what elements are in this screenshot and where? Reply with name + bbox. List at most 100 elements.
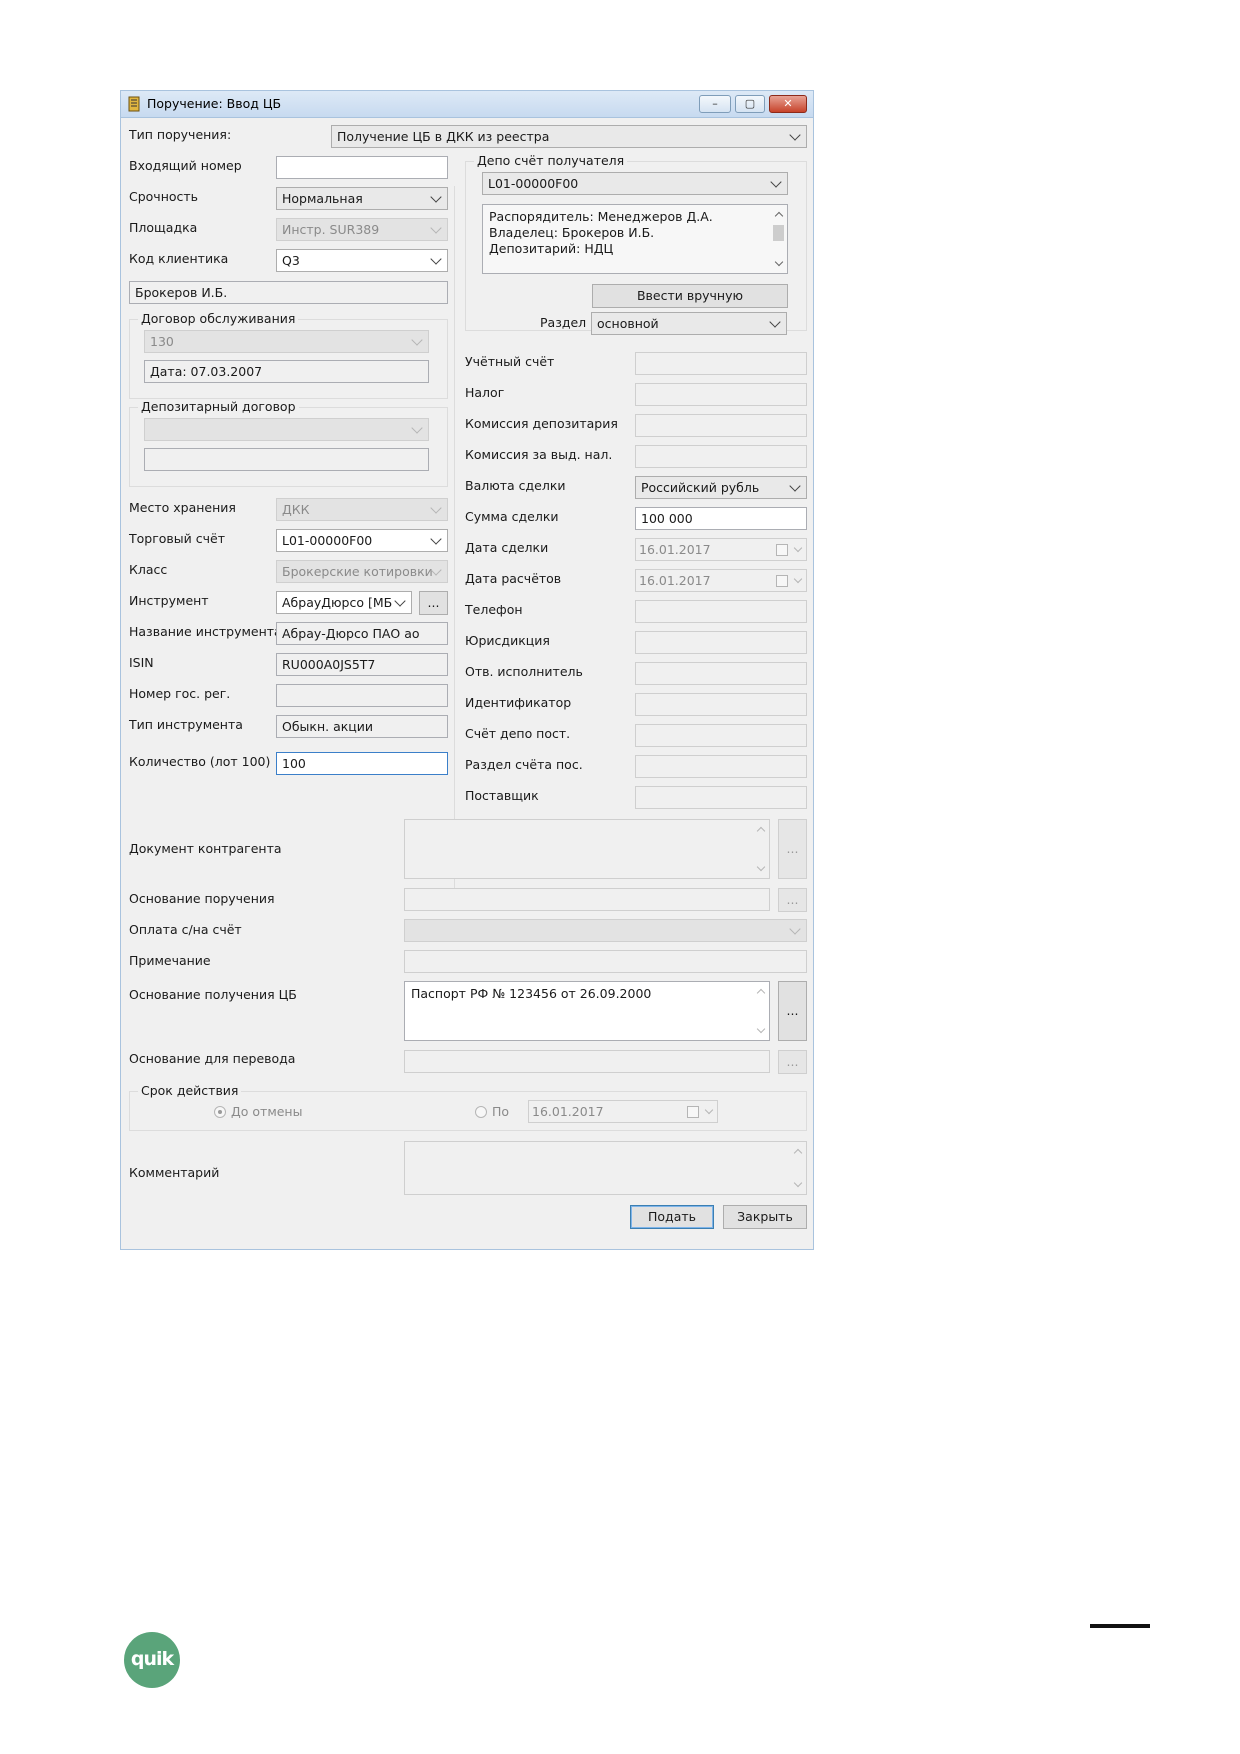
- depo-commission-field: [635, 414, 807, 437]
- client-code-label: Код клиентика: [129, 251, 229, 266]
- column-divider: [454, 186, 455, 906]
- quantity-input[interactable]: 100: [276, 752, 448, 775]
- settlement-date-picker: 16.01.2017: [635, 569, 807, 592]
- order-type-select[interactable]: Получение ЦБ в ДКК из реестра: [331, 125, 807, 148]
- deal-date-label: Дата сделки: [465, 540, 549, 555]
- calendar-icon: [776, 575, 788, 587]
- service-contract-title: Договор обслуживания: [138, 311, 299, 326]
- chevron-down-icon: [789, 480, 801, 492]
- depo-contract-select: [144, 418, 429, 441]
- quik-logo: quik: [124, 1632, 180, 1688]
- state-reg-label: Номер гос. рег.: [129, 686, 231, 701]
- chevron-down-icon: [769, 316, 781, 328]
- supplier-section-field: [635, 755, 807, 778]
- info-scrollbar[interactable]: [771, 205, 787, 273]
- transfer-basis-browse-button: ...: [778, 1050, 807, 1074]
- section-select[interactable]: основной: [591, 312, 787, 335]
- scroll-down-icon[interactable]: [774, 257, 784, 267]
- jurisdiction-field: [635, 631, 807, 654]
- minimize-button[interactable]: –: [699, 95, 731, 113]
- chevron-down-icon: [411, 422, 423, 434]
- scroll-thumb[interactable]: [773, 225, 784, 241]
- state-reg-field: [276, 684, 448, 707]
- close-window-button[interactable]: ✕: [769, 95, 807, 113]
- info-line: Распорядитель: Менеджеров Д.А.: [489, 209, 713, 224]
- incoming-number-input[interactable]: [276, 156, 448, 179]
- comment-label: Комментарий: [129, 1165, 220, 1180]
- phone-label: Телефон: [465, 602, 523, 617]
- client-code-select[interactable]: Q3: [276, 249, 448, 272]
- trade-account-value: L01-00000F00: [282, 533, 373, 548]
- payment-label: Оплата с/на счёт: [129, 922, 242, 937]
- deal-date-value: 16.01.2017: [639, 542, 711, 557]
- service-contract-date: Дата: 07.03.2007: [144, 360, 429, 383]
- class-label: Класс: [129, 562, 168, 577]
- isin-field: RU000A0JS5T7: [276, 653, 448, 676]
- site-label: Площадка: [129, 220, 198, 235]
- income-commission-label: Комиссия за выд. нал.: [465, 447, 613, 462]
- scroll-up-icon[interactable]: [756, 988, 766, 998]
- recipient-depo-group: Депо счёт получателя L01-00000F00 Распор…: [465, 153, 807, 331]
- receipt-basis-input[interactable]: Паспорт РФ № 123456 от 26.09.2000: [404, 981, 770, 1041]
- comment-field: [404, 1141, 807, 1195]
- scroll-down-icon: [756, 862, 766, 872]
- income-commission-field: [635, 445, 807, 468]
- urgency-value: Нормальная: [282, 191, 363, 206]
- submit-button[interactable]: Подать: [630, 1205, 714, 1229]
- chevron-down-icon: [430, 191, 442, 203]
- executor-field: [635, 662, 807, 685]
- window-title: Поручение: Ввод ЦБ: [147, 96, 282, 111]
- chevron-down-icon: [430, 222, 442, 234]
- recipient-info-box: Распорядитель: Менеджеров Д.А. Владелец:…: [482, 204, 788, 274]
- section-value: основной: [597, 316, 659, 331]
- storage-label: Место хранения: [129, 500, 236, 515]
- amount-input[interactable]: 100 000: [635, 507, 807, 530]
- supplier-depo-field: [635, 724, 807, 747]
- receipt-basis-browse-button[interactable]: ...: [778, 981, 807, 1041]
- trade-account-select[interactable]: L01-00000F00: [276, 529, 448, 552]
- currency-value: Российский рубль: [641, 480, 760, 495]
- receipt-basis-value: Паспорт РФ № 123456 от 26.09.2000: [411, 986, 652, 1001]
- recipient-account-select[interactable]: L01-00000F00: [482, 172, 788, 195]
- calendar-icon: [687, 1106, 699, 1118]
- site-select: Инстр. SUR389: [276, 218, 448, 241]
- manual-entry-button[interactable]: Ввести вручную: [592, 284, 788, 308]
- maximize-button[interactable]: ▢: [735, 95, 765, 113]
- scroll-up-icon: [756, 826, 766, 836]
- comment-scrollbar: [790, 1142, 806, 1194]
- transfer-basis-field: [404, 1050, 770, 1073]
- order-type-value: Получение ЦБ в ДКК из реестра: [337, 129, 550, 144]
- currency-label: Валюта сделки: [465, 478, 566, 493]
- until-date-picker: 16.01.2017: [528, 1100, 718, 1123]
- supplier-section-label: Раздел счёта пос.: [465, 757, 583, 772]
- instrument-value: АбрауДюрсо [МБ: [282, 595, 393, 610]
- close-button[interactable]: Закрыть: [723, 1205, 807, 1229]
- instrument-browse-button[interactable]: ...: [419, 591, 448, 615]
- instrument-select[interactable]: АбрауДюрсо [МБ: [276, 591, 412, 614]
- settlement-date-value: 16.01.2017: [639, 573, 711, 588]
- order-basis-label: Основание поручения: [129, 891, 275, 906]
- service-contract-group: Договор обслуживания 130 Дата: 07.03.200…: [129, 311, 448, 399]
- receipt-basis-scrollbar[interactable]: [753, 982, 769, 1040]
- client-name-field: Брокеров И.Б.: [129, 281, 448, 304]
- validity-group: Срок действия До отмены По 16.01.2017: [129, 1083, 807, 1131]
- accounting-account-field: [635, 352, 807, 375]
- depo-contract-extra: [144, 448, 429, 471]
- info-line: Депозитарий: НДЦ: [489, 241, 614, 256]
- phone-field: [635, 600, 807, 623]
- instrument-type-label: Тип инструмента: [129, 717, 243, 732]
- chevron-down-icon: [430, 253, 442, 265]
- currency-select[interactable]: Российский рубль: [635, 476, 807, 499]
- recipient-account-value: L01-00000F00: [488, 176, 579, 191]
- site-value: Инстр. SUR389: [282, 222, 380, 237]
- jurisdiction-label: Юрисдикция: [465, 633, 550, 648]
- counterparty-doc-browse-button: ...: [778, 819, 807, 879]
- urgency-select[interactable]: Нормальная: [276, 187, 448, 210]
- title-bar[interactable]: Поручение: Ввод ЦБ – ▢ ✕: [121, 91, 813, 118]
- executor-label: Отв. исполнитель: [465, 664, 583, 679]
- incoming-number-label: Входящий номер: [129, 158, 242, 173]
- recipient-depo-title: Депо счёт получателя: [474, 153, 628, 168]
- client-code-value: Q3: [282, 253, 300, 268]
- scroll-down-icon[interactable]: [756, 1024, 766, 1034]
- scroll-up-icon[interactable]: [774, 211, 784, 221]
